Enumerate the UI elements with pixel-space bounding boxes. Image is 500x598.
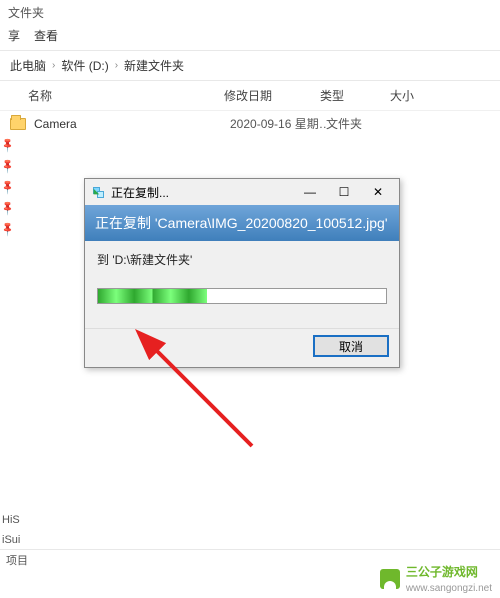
dialog-destination: 到 'D:\新建文件夹'	[97, 251, 387, 268]
minimize-button[interactable]: —	[293, 181, 327, 203]
pin-icon: 📌	[0, 200, 17, 217]
watermark: 三公子游戏网 www.sangongzi.net	[380, 563, 492, 594]
sidebar-item[interactable]: HiS	[2, 510, 20, 530]
col-name[interactable]: 名称	[28, 87, 224, 104]
title-tab: 文件夹	[0, 0, 500, 23]
cell-type: 文件夹	[326, 115, 396, 132]
dialog-titlebar[interactable]: 正在复制... — ☐ ✕	[85, 179, 399, 205]
folder-icon	[10, 118, 26, 130]
pin-icon: 📌	[0, 221, 17, 238]
menubar: 享 查看	[0, 23, 500, 51]
dialog-title: 正在复制...	[111, 184, 293, 201]
pin-icon: 📌	[0, 137, 17, 154]
progress-bar	[97, 288, 387, 304]
cancel-button[interactable]: 取消	[313, 335, 389, 357]
breadcrumb[interactable]: 此电脑 › 软件 (D:) › 新建文件夹	[0, 51, 500, 80]
dialog-footer: 取消	[85, 328, 399, 367]
watermark-url: www.sangongzi.net	[406, 583, 492, 594]
col-type[interactable]: 类型	[320, 87, 390, 104]
close-button[interactable]: ✕	[361, 181, 395, 203]
menu-view[interactable]: 查看	[34, 27, 58, 44]
cell-modified: 2020-09-16 星期…	[230, 115, 326, 132]
cell-name: Camera	[34, 117, 230, 131]
column-headers: 名称 修改日期 类型 大小	[0, 81, 500, 111]
crumb-1[interactable]: 软件 (D:)	[61, 57, 108, 74]
col-size[interactable]: 大小	[390, 87, 450, 104]
pin-icon: 📌	[0, 179, 17, 196]
quickaccess-pins: 📌 📌 📌 📌 📌	[2, 140, 14, 235]
maximize-button[interactable]: ☐	[327, 181, 361, 203]
crumb-2[interactable]: 新建文件夹	[124, 57, 184, 74]
android-icon	[380, 569, 400, 589]
table-row[interactable]: Camera 2020-09-16 星期… 文件夹	[0, 111, 500, 136]
menu-share[interactable]: 享	[8, 27, 20, 44]
copy-icon	[91, 185, 105, 199]
copy-dialog: 正在复制... — ☐ ✕ 正在复制 'Camera\IMG_20200820_…	[84, 178, 400, 368]
sidebar-bottom: HiS iSui	[2, 510, 20, 550]
watermark-brand: 三公子游戏网	[406, 565, 478, 579]
dialog-banner: 正在复制 'Camera\IMG_20200820_100512.jpg'	[85, 205, 399, 241]
sidebar-item[interactable]: iSui	[2, 530, 20, 550]
chevron-right-icon: ›	[115, 60, 118, 71]
col-modified[interactable]: 修改日期	[224, 87, 320, 104]
file-list: 名称 修改日期 类型 大小 Camera 2020-09-16 星期… 文件夹	[0, 80, 500, 136]
pin-icon: 📌	[0, 158, 17, 175]
dialog-body: 到 'D:\新建文件夹'	[85, 241, 399, 328]
chevron-right-icon: ›	[52, 60, 55, 71]
progress-fill	[98, 289, 207, 303]
crumb-0[interactable]: 此电脑	[10, 57, 46, 74]
